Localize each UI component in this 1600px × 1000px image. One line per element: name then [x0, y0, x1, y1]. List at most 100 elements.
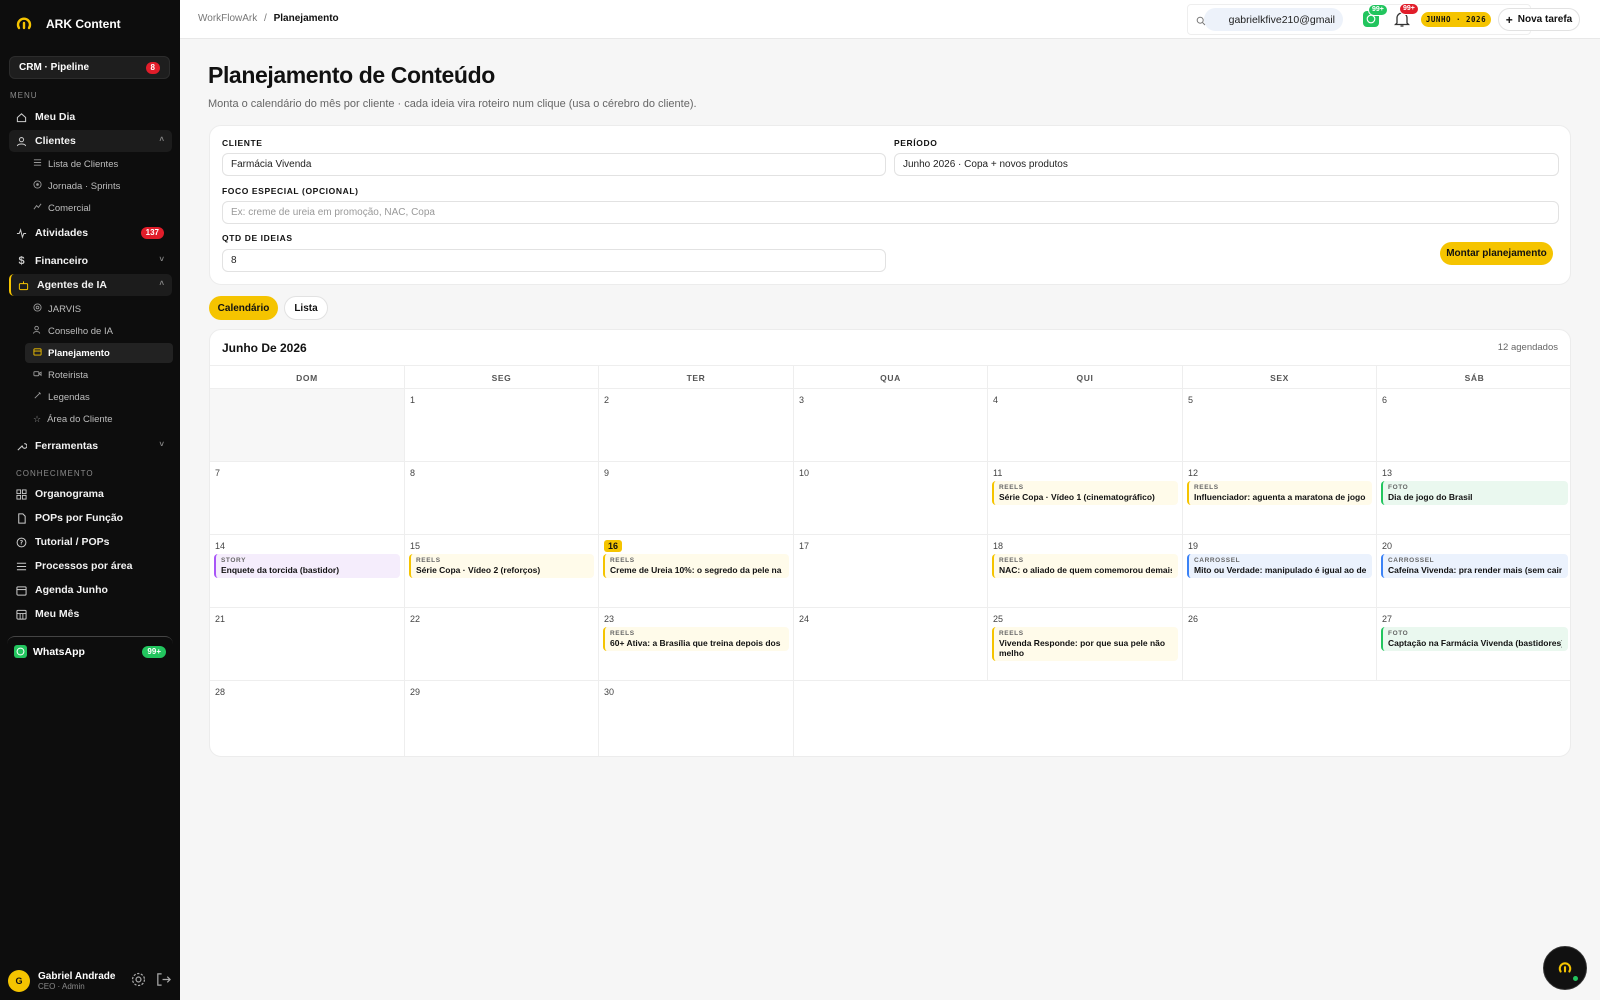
calendar-day[interactable]: 12 REELS Influenciador: aguenta a maraton… [1183, 462, 1377, 535]
calendar-day[interactable]: 1 [405, 389, 599, 462]
whatsapp-count-badge: 99+ [1368, 4, 1388, 16]
montar-planejamento-button[interactable]: Montar planejamento [1440, 242, 1553, 265]
ark-logo-icon [1558, 962, 1572, 973]
calendar-event[interactable]: FOTO Dia de jogo do Brasil [1381, 481, 1568, 505]
calendar-day[interactable]: 23 REELS 60+ Ativa: a Brasília que treina… [599, 608, 794, 681]
day-number: 3 [799, 395, 805, 405]
sidebar-item-tutorial[interactable]: ? Tutorial / POPs [9, 531, 172, 553]
day-number: 28 [215, 687, 226, 697]
sidebar-subitem-label: Lista de Clientes [48, 158, 119, 170]
sidebar-subitem-conselho[interactable]: Conselho de IA [33, 321, 173, 341]
calendar-day[interactable]: 9 [599, 462, 794, 535]
whatsapp-icon [14, 645, 27, 658]
logout-icon[interactable] [155, 971, 172, 991]
calendar-day[interactable]: 22 [405, 608, 599, 681]
whatsapp-notifications-button[interactable]: 99+ [1363, 4, 1388, 27]
sidebar-item-agenda[interactable]: Agenda Junho [9, 579, 172, 601]
tab-lista[interactable]: Lista [284, 296, 328, 320]
month-indicator[interactable]: JUNHO · 2026 [1421, 12, 1491, 27]
calendar-day-today[interactable]: 16 REELS Creme de Ureia 10%: o segredo da… [599, 535, 794, 608]
foco-input[interactable]: Ex: creme de ureia em promoção, NAC, Cop… [222, 201, 1559, 224]
breadcrumb-root[interactable]: WorkFlowArk [198, 13, 257, 24]
sidebar-item-financeiro[interactable]: $ Financeiro ˅ [9, 250, 172, 272]
breadcrumb-separator: / [264, 13, 267, 24]
calendar-day[interactable]: 20 CARROSSEL Cafeína Vivenda: pra render … [1377, 535, 1570, 608]
day-number: 29 [410, 687, 421, 697]
calendar-day[interactable]: 15 REELS Série Copa · Vídeo 2 (reforços) [405, 535, 599, 608]
account-email[interactable]: gabrielkfive210@gmail [1204, 8, 1343, 31]
sidebar-item-organograma[interactable]: Organograma [9, 483, 172, 505]
calendar-event[interactable]: REELS Série Copa · Vídeo 1 (cinematográfi… [992, 481, 1178, 505]
new-task-button[interactable]: + Nova tarefa [1498, 8, 1580, 31]
calendar-event[interactable]: CARROSSEL Cafeína Vivenda: pra render mai… [1381, 554, 1568, 578]
sidebar-subitem-jarvis[interactable]: JARVIS [33, 299, 173, 319]
calendar-event[interactable]: REELS Vivenda Responde: por que sua pele … [992, 627, 1178, 661]
calendar-day[interactable]: 29 [405, 681, 599, 756]
calendar-day[interactable]: 18 REELS NAC: o aliado de quem comemorou … [988, 535, 1183, 608]
foco-label: FOCO ESPECIAL (OPCIONAL) [222, 186, 359, 196]
calendar-day[interactable]: 2 [599, 389, 794, 462]
calendar-day[interactable]: 25 REELS Vivenda Responde: por que sua pe… [988, 608, 1183, 681]
tab-calendario[interactable]: Calendário [209, 296, 278, 320]
calendar-day[interactable]: 26 [1183, 608, 1377, 681]
sidebar-subitem-lista-clientes[interactable]: Lista de Clientes [33, 154, 173, 174]
event-title: Creme de Ureia 10%: o segredo da pele na… [610, 565, 783, 575]
event-type: FOTO [1388, 484, 1409, 491]
calendar-day[interactable]: 21 [210, 608, 405, 681]
calendar-day[interactable]: 30 [599, 681, 794, 756]
calendar-event[interactable]: FOTO Captação na Farmácia Vivenda (bastid… [1381, 627, 1568, 651]
calendar-day[interactable]: 11 REELS Série Copa · Vídeo 1 (cinematogr… [988, 462, 1183, 535]
day-number: 18 [993, 541, 1004, 551]
event-type: CARROSSEL [1194, 557, 1241, 564]
notifications-button[interactable]: 99+ [1393, 3, 1419, 28]
calendar-event[interactable]: REELS 60+ Ativa: a Brasília que treina de… [603, 627, 789, 651]
sidebar-item-atividades[interactable]: Atividades 137 [9, 222, 172, 244]
calendar-event[interactable]: REELS NAC: o aliado de quem comemorou dem… [992, 554, 1178, 578]
sidebar-item-meu-dia[interactable]: Meu Dia [9, 106, 172, 128]
whatsapp-button[interactable]: WhatsApp 99+ [7, 636, 173, 666]
calendar-event[interactable]: STORY Enquete da torcida (bastidor) [214, 554, 400, 578]
calendar-day[interactable]: 3 [794, 389, 988, 462]
calendar-day[interactable]: 13 FOTO Dia de jogo do Brasil [1377, 462, 1570, 535]
crm-pipeline-button[interactable]: CRM · Pipeline 8 [9, 56, 170, 79]
gear-icon[interactable] [130, 971, 147, 991]
qtd-input[interactable]: 8 [222, 249, 886, 272]
sidebar-subitem-roteirista[interactable]: Roteirista [33, 365, 173, 385]
periodo-input[interactable]: Junho 2026 · Copa + novos produtos [894, 153, 1559, 176]
calendar-day[interactable]: 8 [405, 462, 599, 535]
calendar-day[interactable]: 4 [988, 389, 1183, 462]
sidebar-item-meu-mes[interactable]: Meu Mês [9, 603, 172, 625]
brand[interactable]: ARK Content [16, 14, 121, 34]
sidebar-item-agentes-ia[interactable]: Agentes de IA ˄ [9, 274, 172, 296]
sidebar-subitem-legendas[interactable]: Legendas [33, 387, 173, 407]
calendar-day[interactable]: 19 CARROSSEL Mito ou Verdade: manipulado … [1183, 535, 1377, 608]
calendar-day[interactable]: 5 [1183, 389, 1377, 462]
sidebar-subitem-area-cliente[interactable]: ☆ Área do Cliente [33, 409, 173, 429]
sidebar-item-clientes[interactable]: Clientes ˄ [9, 130, 172, 152]
sidebar-item-pops-funcao[interactable]: POPs por Função [9, 507, 172, 529]
sidebar-item-processos[interactable]: Processos por área [9, 555, 172, 577]
calendar-day[interactable]: 28 [210, 681, 405, 756]
calendar-event[interactable]: REELS Creme de Ureia 10%: o segredo da pe… [603, 554, 789, 578]
calendar-event[interactable]: REELS Série Copa · Vídeo 2 (reforços) [409, 554, 594, 578]
calendar-day[interactable]: 14 STORY Enquete da torcida (bastidor) [210, 535, 405, 608]
sidebar-subitem-jornada[interactable]: Jornada · Sprints [33, 176, 173, 196]
online-status-dot [1573, 976, 1578, 981]
calendar-day[interactable]: 6 [1377, 389, 1570, 462]
qtd-label: QTD DE IDEIAS [222, 233, 293, 243]
sidebar-subitem-label: Roteirista [48, 369, 89, 381]
avatar[interactable]: G [8, 970, 30, 992]
calendar-event[interactable]: CARROSSEL Mito ou Verdade: manipulado é i… [1187, 554, 1372, 578]
calendar-day[interactable]: 17 [794, 535, 988, 608]
calendar-day[interactable]: 10 [794, 462, 988, 535]
cliente-select[interactable]: Farmácia Vivenda [222, 153, 886, 176]
weekday-label: QUI [988, 366, 1183, 390]
sidebar-subitem-planejamento[interactable]: Planejamento [25, 343, 173, 363]
calendar-event[interactable]: REELS Influenciador: aguenta a maratona d… [1187, 481, 1372, 505]
assistant-fab-button[interactable] [1543, 946, 1587, 990]
calendar-day[interactable]: 7 [210, 462, 405, 535]
sidebar-subitem-comercial[interactable]: Comercial [33, 198, 173, 218]
calendar-day[interactable]: 24 [794, 608, 988, 681]
sidebar-item-ferramentas[interactable]: Ferramentas ˅ [9, 435, 172, 457]
calendar-day[interactable]: 27 FOTO Captação na Farmácia Vivenda (bas… [1377, 608, 1570, 681]
